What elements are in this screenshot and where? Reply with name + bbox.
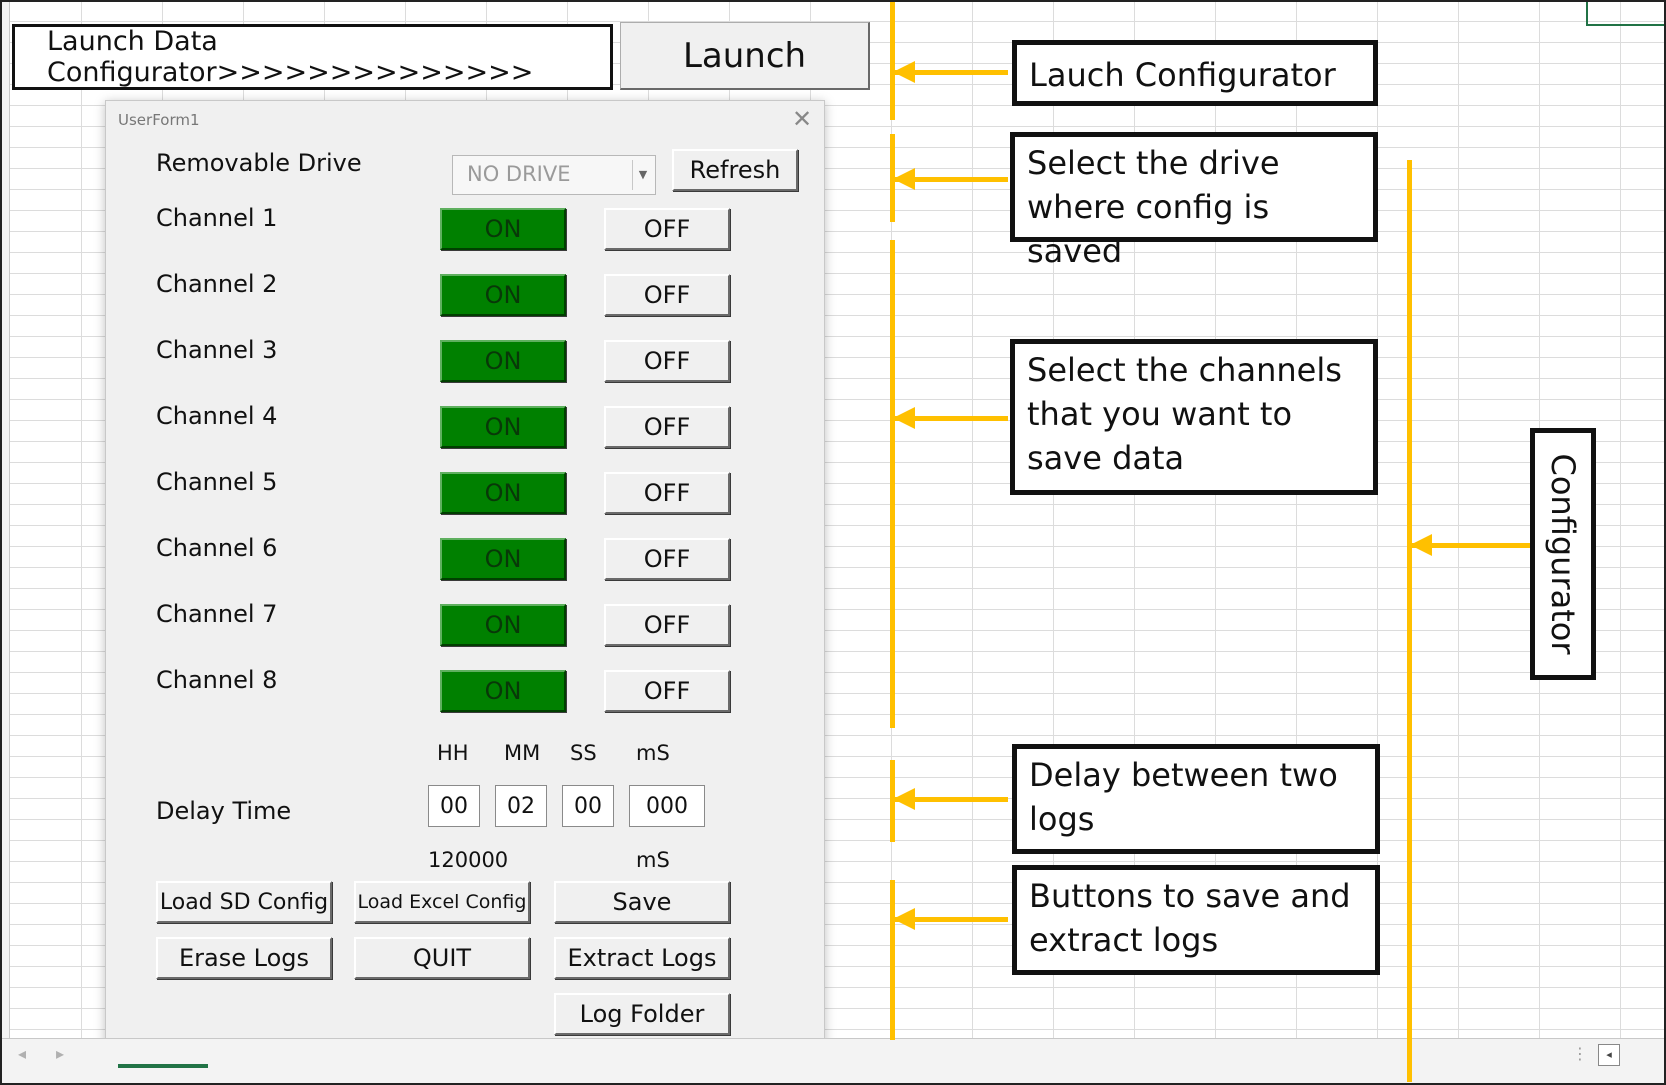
- image-border: [0, 0, 1666, 1085]
